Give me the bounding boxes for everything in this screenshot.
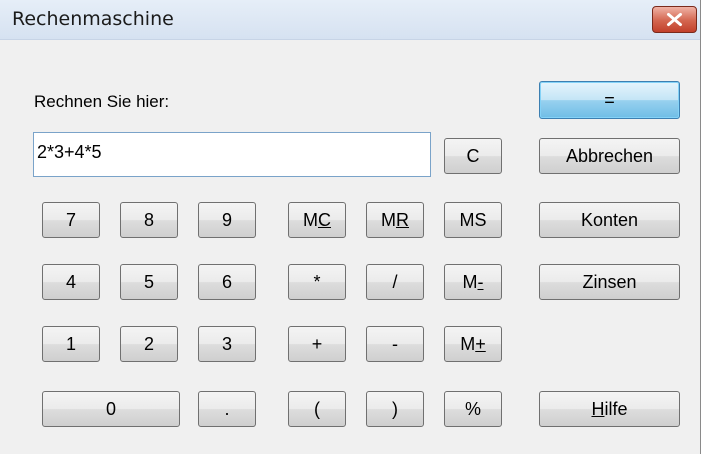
interest-button[interactable]: Zinsen xyxy=(539,264,680,300)
close-icon xyxy=(666,12,682,27)
clear-button[interactable]: C xyxy=(444,138,502,174)
memory-plus-label-mnemonic: + xyxy=(475,333,486,354)
digit-7-button[interactable]: 7 xyxy=(42,202,100,238)
window-title: Rechenmaschine xyxy=(12,8,174,30)
multiply-button[interactable]: * xyxy=(288,264,346,300)
memory-plus-button[interactable]: M + xyxy=(444,326,502,362)
title-bar[interactable]: Rechenmaschine xyxy=(0,0,700,40)
plus-button[interactable]: + xyxy=(288,326,346,362)
digit-1-button[interactable]: 1 xyxy=(42,326,100,362)
digit-0-button[interactable]: 0 xyxy=(42,391,180,427)
memory-store-button[interactable]: MS xyxy=(444,202,502,238)
close-button[interactable] xyxy=(652,6,697,33)
digit-6-button[interactable]: 6 xyxy=(198,264,256,300)
digit-9-button[interactable]: 9 xyxy=(198,202,256,238)
help-mnemonic: H xyxy=(591,398,605,419)
decimal-button[interactable]: . xyxy=(198,391,256,427)
memory-minus-label-m: M xyxy=(462,271,478,292)
memory-plus-label-m: M xyxy=(460,333,476,354)
prompt-label: Rechnen Sie hier: xyxy=(34,92,170,111)
digit-8-button[interactable]: 8 xyxy=(120,202,178,238)
percent-button[interactable]: % xyxy=(444,391,502,427)
help-button[interactable]: Hilfe xyxy=(539,391,680,427)
accounts-button[interactable]: Konten xyxy=(539,202,680,238)
memory-recall-label-m: M xyxy=(381,209,396,230)
divide-button[interactable]: / xyxy=(366,264,424,300)
digit-3-button[interactable]: 3 xyxy=(198,326,256,362)
digit-5-button[interactable]: 5 xyxy=(120,264,178,300)
open-paren-button[interactable]: ( xyxy=(288,391,346,427)
memory-minus-label-mnemonic: - xyxy=(477,271,484,292)
memory-recall-label-mnemonic: R xyxy=(396,209,409,230)
memory-clear-label-m: M xyxy=(303,209,318,230)
digit-2-button[interactable]: 2 xyxy=(120,326,178,362)
close-paren-button[interactable]: ) xyxy=(366,391,424,427)
calculator-window: Rechenmaschine Rechnen Sie hier: 2*3+4*5… xyxy=(0,0,701,454)
cancel-button[interactable]: Abbrechen xyxy=(539,138,680,174)
memory-clear-label-mnemonic: C xyxy=(318,209,331,230)
expression-input[interactable]: 2*3+4*5 xyxy=(33,132,431,177)
memory-clear-button[interactable]: MC xyxy=(288,202,346,238)
help-label-rest: ilfe xyxy=(604,398,628,419)
minus-button[interactable]: - xyxy=(366,326,424,362)
equals-button[interactable]: = xyxy=(539,81,680,119)
digit-4-button[interactable]: 4 xyxy=(42,264,100,300)
memory-minus-button[interactable]: M- xyxy=(444,264,502,300)
memory-recall-button[interactable]: MR xyxy=(366,202,424,238)
